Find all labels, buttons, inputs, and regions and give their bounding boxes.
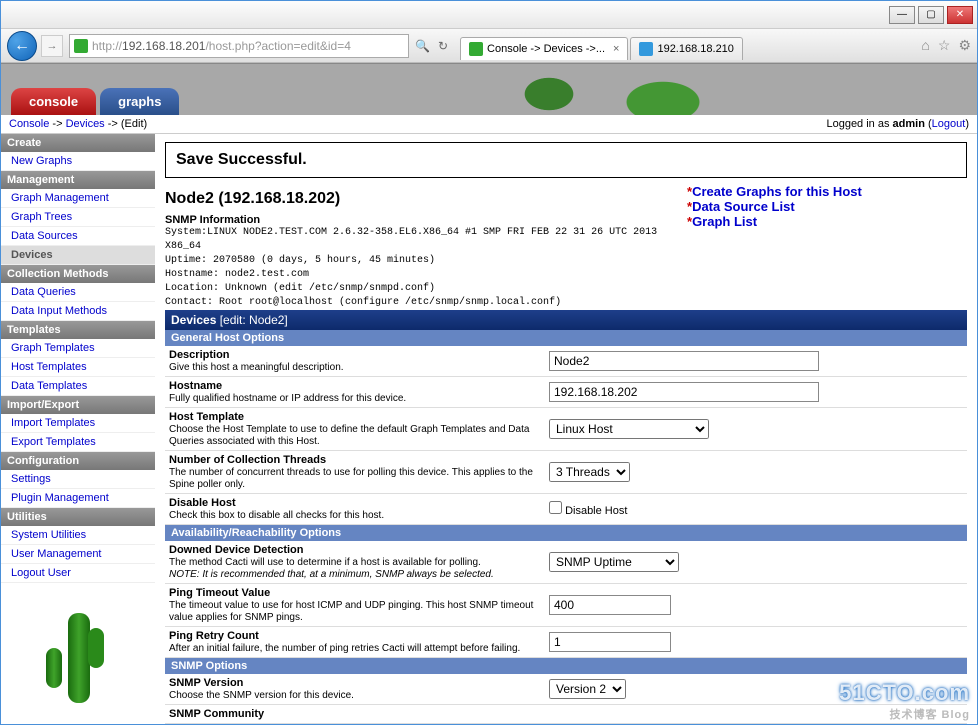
sidebar: Create New Graphs Management Graph Manag… bbox=[1, 134, 155, 724]
window-minimize-button[interactable]: — bbox=[889, 6, 915, 24]
browser-tab-1[interactable]: Console -> Devices ->... × bbox=[460, 37, 628, 60]
save-success-message: Save Successful. bbox=[165, 142, 967, 178]
logout-link[interactable]: Logout bbox=[932, 118, 966, 130]
sidebar-head-templates: Templates bbox=[1, 321, 155, 339]
sidebar-head-management: Management bbox=[1, 171, 155, 189]
search-icon[interactable]: 🔍 bbox=[415, 39, 430, 53]
sidebar-item-graph-templates[interactable]: Graph Templates bbox=[1, 339, 155, 358]
sidebar-item-data-input-methods[interactable]: Data Input Methods bbox=[1, 302, 155, 321]
sidebar-item-new-graphs[interactable]: New Graphs bbox=[1, 152, 155, 171]
app-header: console graphs bbox=[1, 63, 977, 115]
site-favicon bbox=[74, 39, 88, 53]
sidebar-head-collection-methods: Collection Methods bbox=[1, 265, 155, 283]
section-general-host-options: General Host Options bbox=[165, 330, 967, 346]
sidebar-item-logout-user[interactable]: Logout User bbox=[1, 564, 155, 583]
sidebar-head-utilities: Utilities bbox=[1, 508, 155, 526]
address-bar[interactable]: http://192.168.18.201/host.php?action=ed… bbox=[69, 34, 409, 58]
window-maximize-button[interactable]: ▢ bbox=[918, 6, 944, 24]
sidebar-item-plugin-management[interactable]: Plugin Management bbox=[1, 489, 155, 508]
cacti-favicon bbox=[469, 42, 483, 56]
collection-threads-select[interactable]: 3 Threads bbox=[549, 462, 630, 482]
sidebar-item-export-templates[interactable]: Export Templates bbox=[1, 433, 155, 452]
nav-tab-graphs[interactable]: graphs bbox=[100, 88, 179, 115]
snmp-info-title: SNMP Information bbox=[165, 214, 687, 226]
ie-favicon bbox=[639, 42, 653, 56]
window-close-button[interactable]: ✕ bbox=[947, 6, 973, 24]
sidebar-item-data-templates[interactable]: Data Templates bbox=[1, 377, 155, 396]
sidebar-item-user-management[interactable]: User Management bbox=[1, 545, 155, 564]
section-snmp-options: SNMP Options bbox=[165, 658, 967, 674]
main-content: Save Successful. Node2 (192.168.18.202) … bbox=[155, 134, 977, 724]
disable-host-checkbox[interactable] bbox=[549, 501, 562, 514]
link-create-graphs[interactable]: Create Graphs for this Host bbox=[692, 184, 862, 199]
sidebar-item-devices[interactable]: Devices bbox=[1, 246, 155, 265]
sidebar-item-host-templates[interactable]: Host Templates bbox=[1, 358, 155, 377]
sidebar-item-data-sources[interactable]: Data Sources bbox=[1, 227, 155, 246]
snmp-info-block: System:LINUX NODE2.TEST.COM 2.6.32-358.E… bbox=[165, 226, 687, 310]
host-title: Node2 (192.168.18.202) bbox=[165, 190, 687, 208]
breadcrumb: Console -> Devices -> (Edit) Logged in a… bbox=[1, 115, 977, 134]
sidebar-item-import-templates[interactable]: Import Templates bbox=[1, 414, 155, 433]
description-input[interactable] bbox=[549, 351, 819, 371]
sidebar-head-create: Create bbox=[1, 134, 155, 152]
favorites-icon[interactable]: ☆ bbox=[938, 37, 951, 54]
host-template-select[interactable]: Linux Host bbox=[549, 419, 709, 439]
ping-timeout-input[interactable] bbox=[549, 595, 671, 615]
cactus-logo bbox=[38, 603, 118, 723]
forward-button[interactable]: → bbox=[41, 35, 63, 57]
nav-tab-console[interactable]: console bbox=[11, 88, 96, 115]
section-devices-edit: Devices [edit: Node2] bbox=[165, 310, 967, 330]
link-data-source-list[interactable]: Data Source List bbox=[692, 199, 795, 214]
tab-close-icon[interactable]: × bbox=[613, 43, 619, 55]
sidebar-item-graph-trees[interactable]: Graph Trees bbox=[1, 208, 155, 227]
hostname-input[interactable] bbox=[549, 382, 819, 402]
breadcrumb-console[interactable]: Console bbox=[9, 118, 49, 130]
window-titlebar: — ▢ ✕ bbox=[1, 1, 977, 29]
breadcrumb-devices[interactable]: Devices bbox=[66, 118, 105, 130]
downed-detection-select[interactable]: SNMP Uptime bbox=[549, 552, 679, 572]
browser-tab-2[interactable]: 192.168.18.210 bbox=[630, 37, 742, 60]
home-icon[interactable]: ⌂ bbox=[921, 37, 929, 54]
browser-toolbar: ← → http://192.168.18.201/host.php?actio… bbox=[1, 29, 977, 63]
sidebar-item-system-utilities[interactable]: System Utilities bbox=[1, 526, 155, 545]
watermark: 51CTO.com 技术博客 Blog bbox=[839, 680, 970, 722]
ping-retry-input[interactable] bbox=[549, 632, 671, 652]
sidebar-head-configuration: Configuration bbox=[1, 452, 155, 470]
sidebar-item-settings[interactable]: Settings bbox=[1, 470, 155, 489]
section-availability-options: Availability/Reachability Options bbox=[165, 525, 967, 541]
tools-icon[interactable]: ⚙ bbox=[958, 37, 971, 54]
host-action-links: *Create Graphs for this Host *Data Sourc… bbox=[687, 184, 967, 310]
snmp-version-select[interactable]: Version 2 bbox=[549, 679, 626, 699]
sidebar-item-graph-management[interactable]: Graph Management bbox=[1, 189, 155, 208]
sidebar-item-data-queries[interactable]: Data Queries bbox=[1, 283, 155, 302]
refresh-icon[interactable]: ↻ bbox=[438, 39, 448, 53]
sidebar-head-import-export: Import/Export bbox=[1, 396, 155, 414]
back-button[interactable]: ← bbox=[7, 31, 37, 61]
link-graph-list[interactable]: Graph List bbox=[692, 214, 757, 229]
